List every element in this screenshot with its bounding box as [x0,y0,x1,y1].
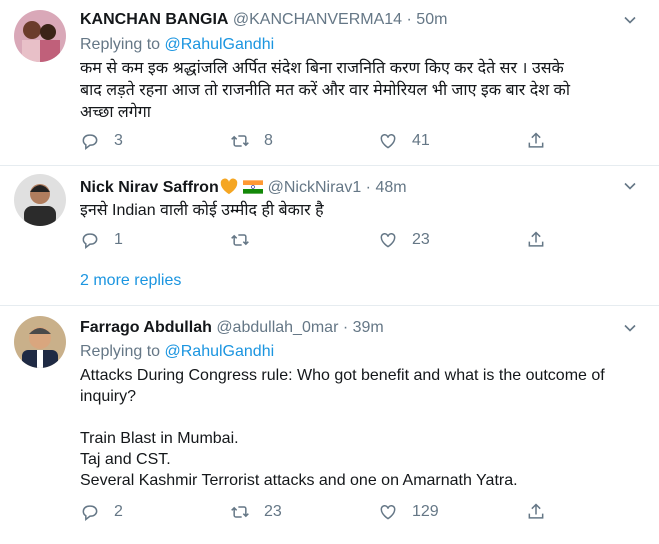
heart-icon [380,232,396,248]
tweet-kanchan[interactable]: KANCHAN BANGIA @KANCHANVERMA14 · 50m Rep… [0,0,659,165]
like-button[interactable]: 41 [378,130,430,152]
orange-heart-icon [220,178,237,195]
timestamp[interactable]: · 50m [407,11,448,28]
timestamp[interactable]: · 48m [366,179,407,196]
tweet-text: Attacks During Congress rule: Who got be… [80,367,605,489]
india-flag-icon [243,180,264,194]
reply-button[interactable]: 2 [80,501,123,523]
retweet-count: 8 [264,132,273,149]
replying-to: Replying to @RahulGandhi [80,343,275,360]
reply-icon [82,233,98,250]
reply-count: 1 [114,231,123,248]
heart-icon [380,504,396,520]
heart-icon [380,133,396,149]
share-button[interactable] [526,229,560,251]
tweet-text: कम से कम इक श्रद्धांजलि अर्पित संदेश बिन… [80,60,570,121]
user-handle[interactable]: @NickNirav1 [268,179,362,196]
display-name[interactable]: Farrago Abdullah [80,319,212,336]
chevron-down-icon[interactable] [622,320,638,336]
retweet-button[interactable]: 23 [230,501,282,523]
tweet-actions: 1 23 [80,229,550,251]
chevron-down-icon[interactable] [622,12,638,28]
reply-count: 2 [114,503,123,520]
reply-button[interactable]: 3 [80,130,123,152]
like-button[interactable]: 129 [378,501,439,523]
avatar[interactable] [14,10,66,62]
tweet-farrago[interactable]: Farrago Abdullah @abdullah_0mar · 39m Re… [0,306,659,544]
retweet-button[interactable]: 8 [230,130,273,152]
display-name[interactable]: KANCHAN BANGIA [80,11,228,28]
share-icon [528,503,544,519]
replying-to: Replying to @RahulGandhi [80,36,275,53]
like-count: 129 [412,503,439,520]
share-icon [528,132,544,148]
user-handle[interactable]: @abdullah_0mar [216,319,338,336]
share-button[interactable] [526,130,560,152]
like-count: 41 [412,132,430,149]
mention-link[interactable]: @RahulGandhi [165,36,275,53]
reply-count: 3 [114,132,123,149]
tweet-actions: 3 8 41 [80,130,550,152]
avatar[interactable] [14,316,66,368]
reply-button[interactable]: 1 [80,229,123,251]
tweet-actions: 2 23 129 [80,501,550,523]
share-icon [528,231,544,247]
retweet-icon [231,506,249,518]
retweet-icon [231,234,249,246]
retweet-button[interactable] [230,229,264,251]
retweet-count: 23 [264,503,282,520]
timestamp[interactable]: · 39m [343,319,384,336]
display-name[interactable]: Nick Nirav Saffron [80,179,219,196]
more-replies-link[interactable]: 2 more replies [80,272,181,290]
chevron-down-icon[interactable] [622,178,638,194]
user-handle[interactable]: @KANCHANVERMA14 [233,11,402,28]
tweet-text: इनसे Indian वाली कोई उम्मीद ही बेकार है [80,202,324,219]
share-button[interactable] [526,501,560,523]
mention-link[interactable]: @RahulGandhi [165,343,275,360]
avatar[interactable] [14,174,66,226]
retweet-icon [231,135,249,147]
like-button[interactable]: 23 [378,229,430,251]
like-count: 23 [412,231,430,248]
reply-icon [82,505,98,522]
reply-icon [82,134,98,151]
